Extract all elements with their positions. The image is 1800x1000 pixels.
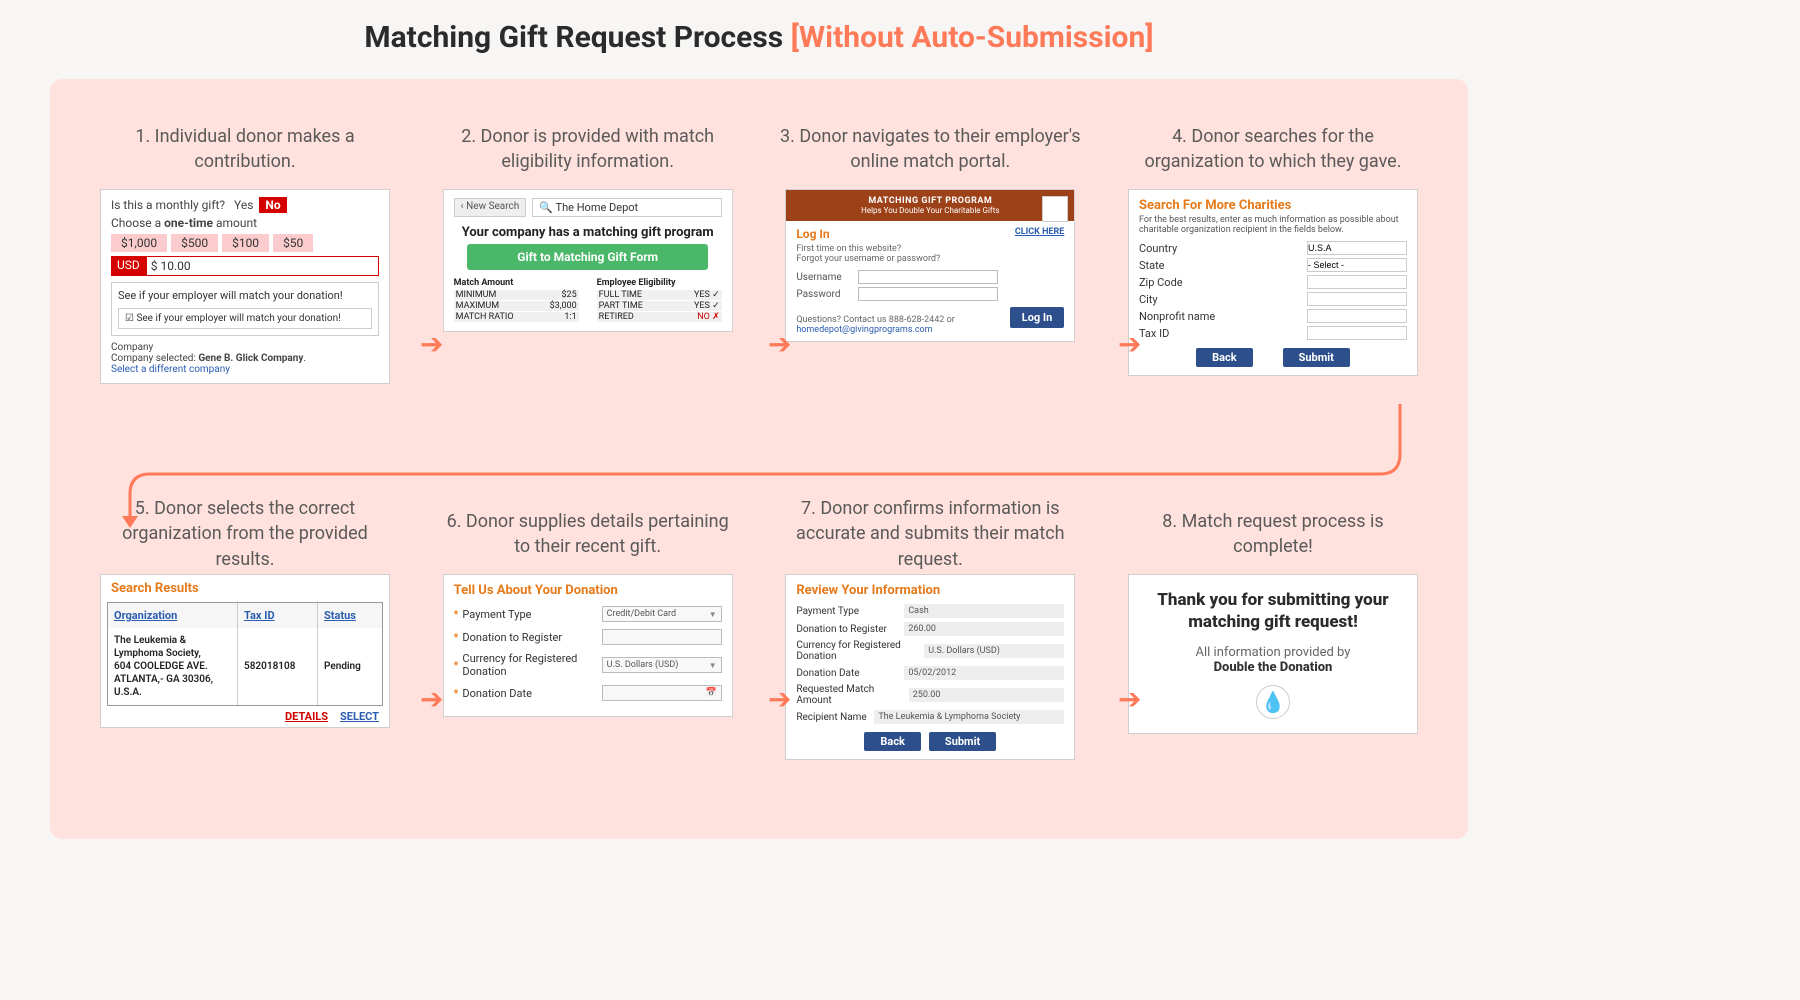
card-review-info: Review Your Information Payment TypeCash… — [785, 574, 1075, 760]
card-donation-form: Is this a monthly gift? Yes No Choose a … — [100, 189, 390, 384]
card-donation-details: Tell Us About Your Donation *Payment Typ… — [443, 574, 733, 717]
arrow-icon: ➔ — [768, 683, 791, 716]
process-canvas: 1. Individual donor makes a contribution… — [50, 79, 1468, 839]
city-input[interactable] — [1307, 292, 1407, 306]
payment-type-select[interactable]: Credit/Debit Card▼ — [602, 606, 722, 622]
currency-select[interactable]: U.S. Dollars (USD)▼ — [602, 657, 722, 673]
select-link[interactable]: SELECT — [340, 710, 379, 723]
monthly-yes[interactable]: Yes — [234, 198, 253, 212]
match-found-text: Your company has a matching gift program — [454, 225, 722, 240]
amount-1000[interactable]: $1,000 — [111, 234, 167, 252]
card-complete: Thank you for submitting your matching g… — [1128, 574, 1418, 734]
col-org[interactable]: Organization — [108, 603, 238, 628]
company-search-input[interactable]: 🔍 The Home Depot — [532, 198, 721, 217]
col-taxid[interactable]: Tax ID — [238, 603, 318, 628]
login-button[interactable]: Log In — [1010, 307, 1065, 328]
country-input[interactable] — [1307, 241, 1407, 255]
flow-connector-icon — [110, 404, 1420, 534]
donation-date-input[interactable]: 📅 — [602, 685, 722, 701]
search-back-button[interactable]: Back — [1196, 348, 1253, 367]
search-submit-button[interactable]: Submit — [1283, 348, 1350, 367]
card-match-eligibility: ‹ New Search 🔍 The Home Depot Your compa… — [443, 189, 733, 332]
new-search-button[interactable]: ‹ New Search — [454, 198, 527, 217]
password-input[interactable] — [858, 287, 998, 301]
amount-100[interactable]: $100 — [222, 234, 269, 252]
amount-50[interactable]: $50 — [273, 234, 313, 252]
card-charity-search: Search For More Charities For the best r… — [1128, 189, 1418, 376]
calendar-icon: 📅 — [705, 688, 716, 698]
card-search-results: Search Results Organization Tax ID Statu… — [100, 574, 390, 728]
nonprofit-input[interactable] — [1307, 309, 1407, 323]
username-input[interactable] — [858, 270, 998, 284]
step-4-label: 4. Donor searches for the organization t… — [1118, 109, 1428, 189]
step-3-label: 3. Donor navigates to their employer's o… — [775, 109, 1085, 189]
details-link[interactable]: DETAILS — [285, 710, 328, 723]
double-donation-logo-icon: 💧 — [1256, 685, 1290, 719]
amount-input[interactable]: $ 10.00 — [146, 256, 379, 276]
col-status[interactable]: Status — [318, 603, 378, 628]
arrow-icon: ➔ — [420, 328, 443, 361]
arrow-icon: ➔ — [768, 328, 791, 361]
goto-match-form-button[interactable]: Gift to Matching Gift Form — [467, 244, 708, 270]
arrow-icon: ➔ — [420, 683, 443, 716]
employer-match-checkbox[interactable]: ☑ See if your employer will match your d… — [118, 308, 372, 329]
step-2-label: 2. Donor is provided with match eligibil… — [433, 109, 743, 189]
zip-input[interactable] — [1307, 275, 1407, 289]
donation-amount-input[interactable] — [602, 629, 722, 645]
click-here-link[interactable]: CLICK HERE — [1015, 227, 1064, 241]
table-row: The Leukemia & Lymphoma Society, 604 COO… — [108, 628, 382, 705]
arrow-icon: ➔ — [1118, 328, 1141, 361]
thank-you-text: Thank you for submitting your matching g… — [1143, 589, 1403, 633]
review-submit-button[interactable]: Submit — [929, 732, 996, 751]
review-back-button[interactable]: Back — [864, 732, 921, 751]
employer-logo-icon — [1042, 196, 1068, 222]
currency-badge: USD — [111, 256, 146, 276]
contact-email-link[interactable]: homedepot@givingprograms.com — [796, 325, 932, 335]
state-select[interactable] — [1307, 258, 1407, 272]
taxid-input[interactable] — [1307, 326, 1407, 340]
employer-match-prompt: See if your employer will match your don… — [118, 289, 372, 302]
amount-500[interactable]: $500 — [171, 234, 218, 252]
step-1-label: 1. Individual donor makes a contribution… — [90, 109, 400, 189]
card-employer-portal: MATCHING GIFT PROGRAM Helps You Double Y… — [785, 189, 1075, 342]
page-title: Matching Gift Request Process [Without A… — [0, 20, 1518, 55]
change-company-link[interactable]: Select a different company — [111, 364, 230, 375]
arrow-icon: ➔ — [1118, 683, 1141, 716]
monthly-no[interactable]: No — [259, 197, 286, 213]
